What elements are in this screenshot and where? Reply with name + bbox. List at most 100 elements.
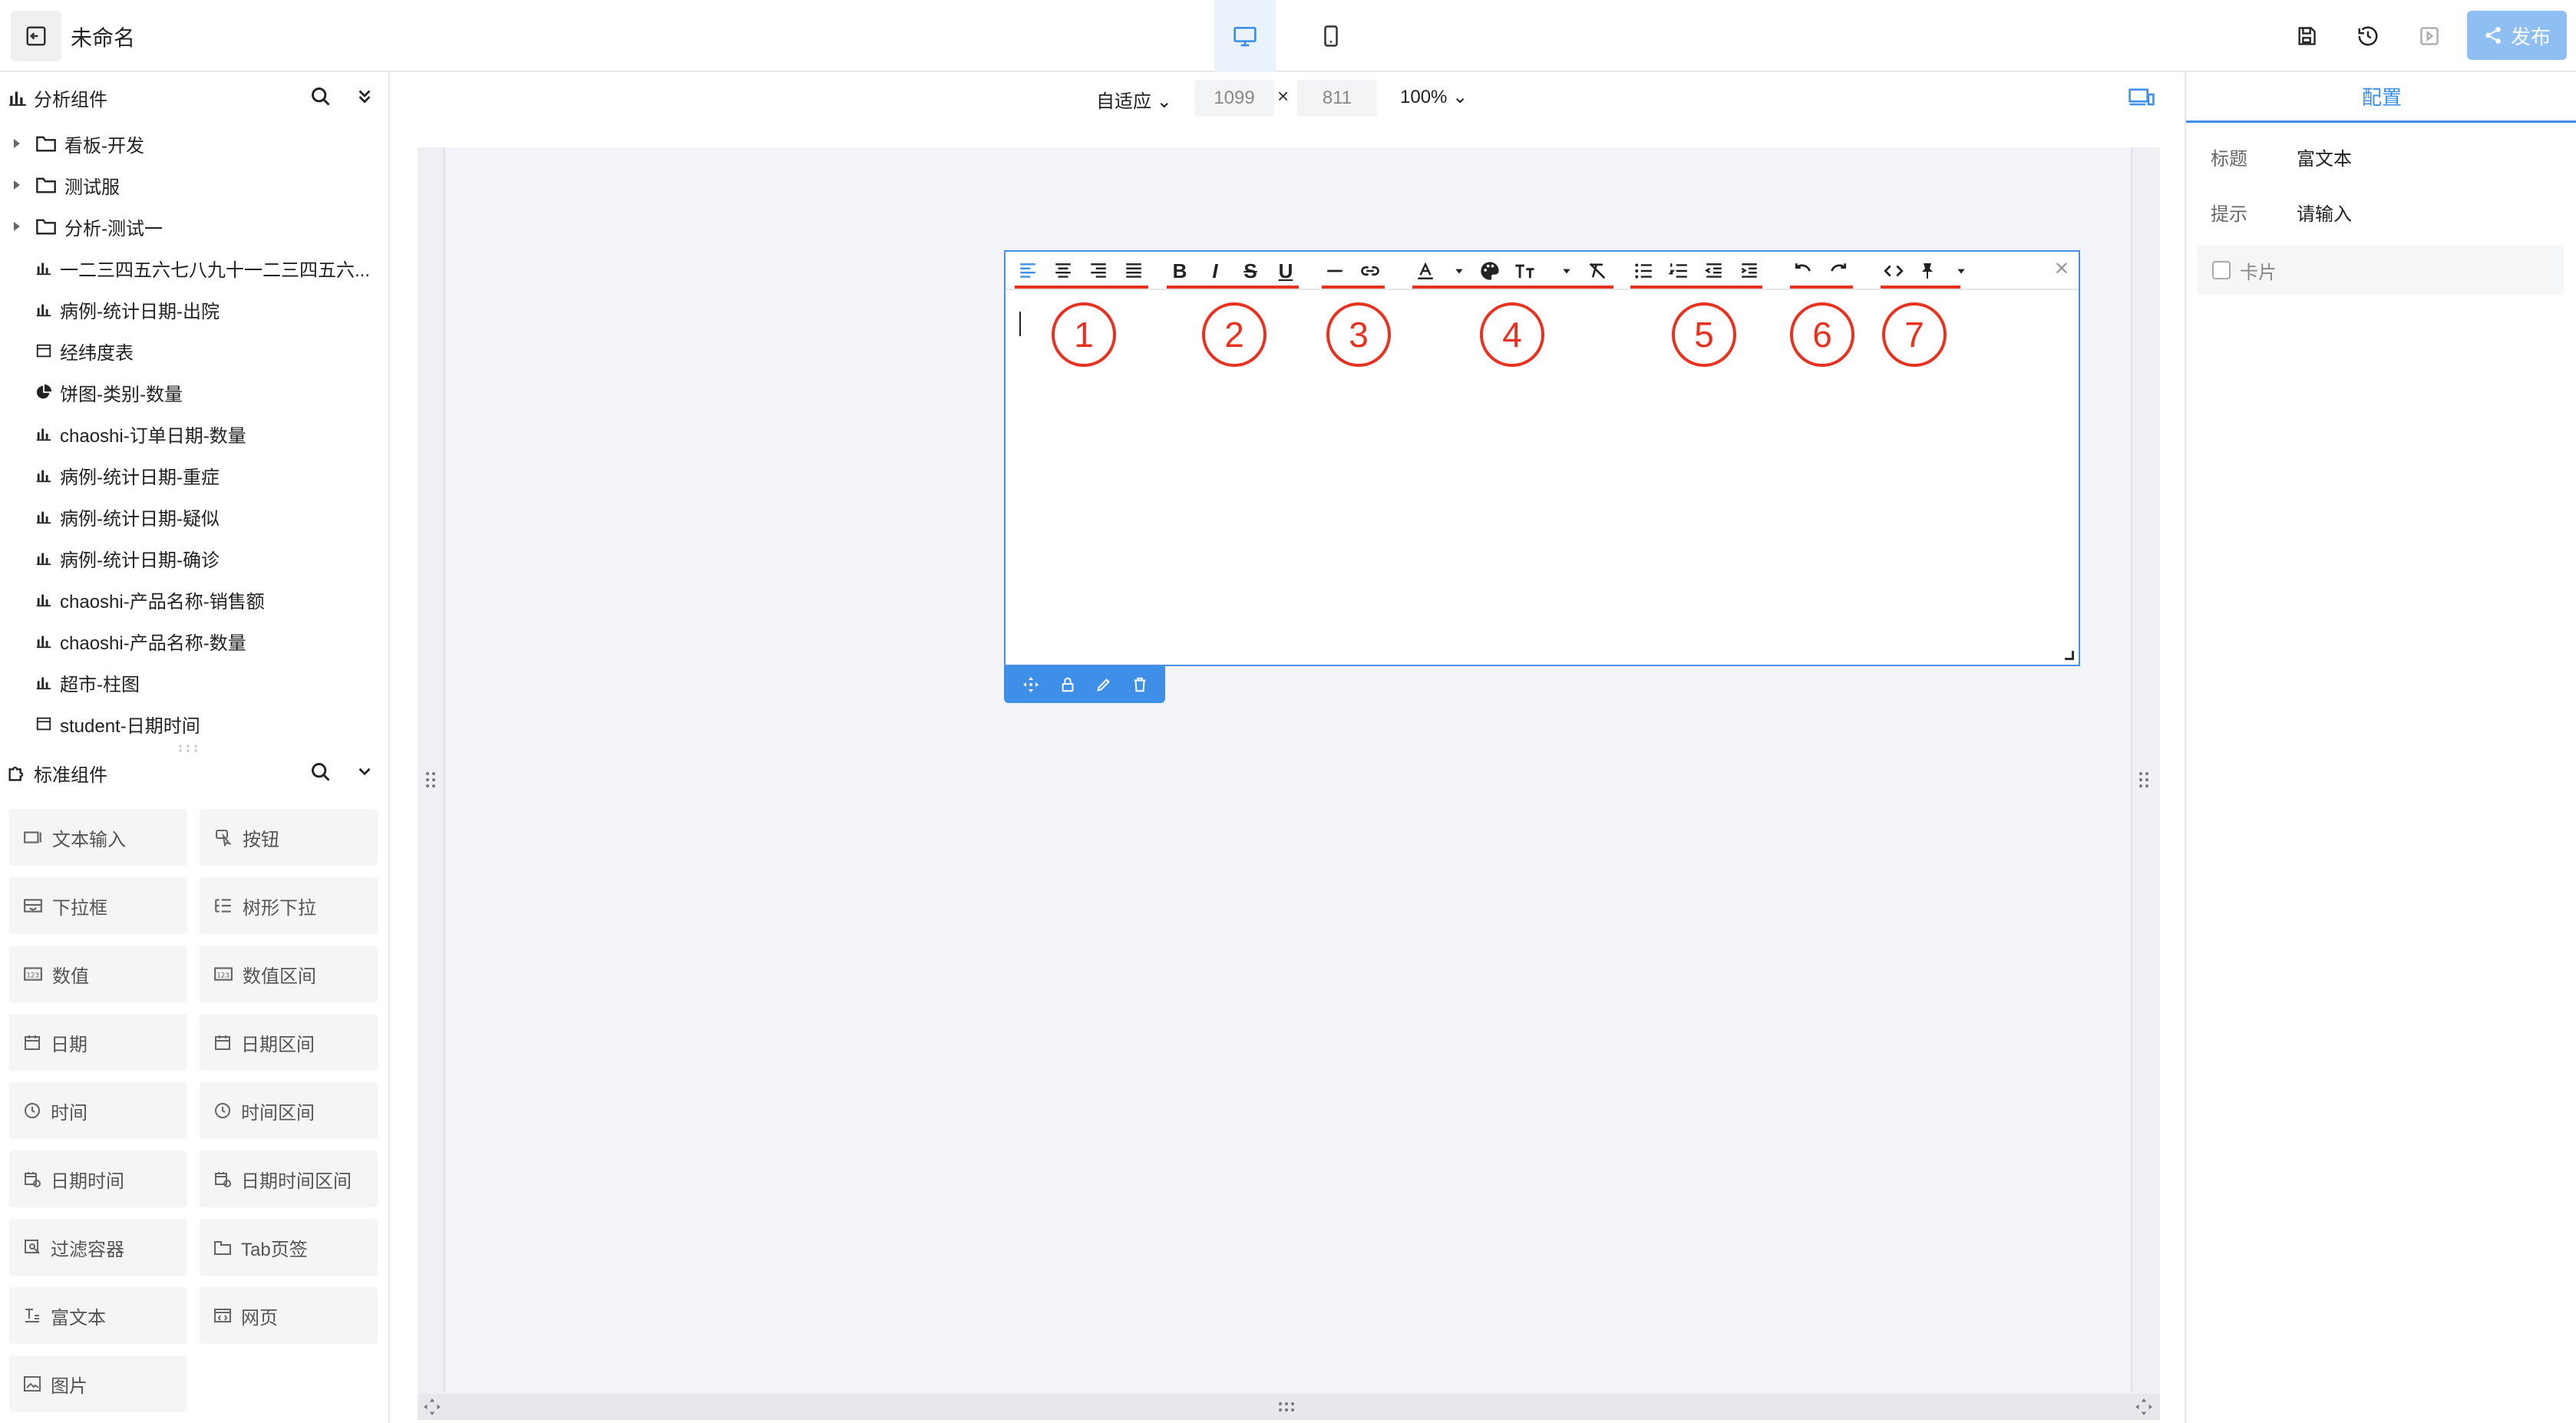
std-component-filter-container[interactable]: 过滤容器 (9, 1219, 187, 1276)
align-left-button[interactable] (1015, 258, 1041, 284)
std-component-rich-text[interactable]: 富文本 (9, 1287, 187, 1344)
redo-button[interactable] (1825, 258, 1851, 284)
indent-button[interactable] (1736, 258, 1762, 284)
back-button[interactable] (11, 11, 61, 61)
std-component-label: 图片 (51, 1375, 88, 1397)
chevron-down-icon[interactable] (355, 761, 375, 781)
webpage-icon (214, 1309, 231, 1322)
link-button[interactable] (1357, 258, 1383, 284)
tree-item[interactable]: chaoshi-产品名称-销售额 (0, 579, 390, 620)
undo-button[interactable] (1790, 258, 1816, 284)
outdent-button[interactable] (1701, 258, 1727, 284)
pin-button[interactable] (1914, 258, 1940, 284)
zoom-select[interactable]: 100% ⌄ (1400, 86, 1468, 108)
font-color-dropdown[interactable] (1446, 258, 1472, 284)
tree-folder[interactable]: 分析-测试一 (0, 206, 390, 247)
std-component-image[interactable]: 图片 (9, 1355, 187, 1412)
table-icon (36, 344, 51, 358)
editor-close-button[interactable]: ✕ (2054, 258, 2069, 280)
font-size-button[interactable] (1512, 258, 1538, 284)
std-component-webpage[interactable]: 网页 (200, 1287, 378, 1344)
canvas-mode-select[interactable]: 自适应 ⌄ (1096, 86, 1172, 113)
editor-resize-handle[interactable] (2065, 651, 2074, 660)
lock-icon[interactable] (1059, 675, 1076, 694)
puzzle-icon (8, 766, 24, 781)
tree-item[interactable]: 病例-统计日期-疑似 (0, 496, 390, 537)
std-component-tab[interactable]: Tab页签 (200, 1219, 378, 1276)
std-component-number-range[interactable]: 123 数值区间 (200, 946, 378, 1002)
bullet-list-button[interactable] (1630, 258, 1656, 284)
std-component-text-input[interactable]: 文本输入 (9, 809, 187, 866)
tree-item[interactable]: 病例-统计日期-确诊 (0, 537, 390, 579)
card-option[interactable]: 卡片 (2197, 246, 2564, 295)
drag-handle-icon[interactable] (1277, 1402, 1296, 1412)
config-hint-input[interactable]: 请输入 (2297, 199, 2352, 226)
std-component-time[interactable]: 时间 (9, 1082, 187, 1139)
code-view-button[interactable] (1881, 258, 1907, 284)
std-component-number[interactable]: 123 数值 (9, 946, 187, 1002)
search-icon[interactable] (310, 86, 332, 107)
move-icon[interactable] (422, 1397, 442, 1417)
drag-handle-icon[interactable] (425, 771, 436, 789)
std-component-time-range[interactable]: 时间区间 (200, 1082, 378, 1139)
align-right-button[interactable] (1085, 258, 1111, 284)
more-dropdown[interactable] (1948, 258, 1974, 284)
std-component-button[interactable]: 按钮 (200, 809, 378, 866)
tree-item[interactable]: student-日期时间 (0, 703, 390, 745)
align-center-button[interactable] (1050, 258, 1076, 284)
desktop-view-button[interactable] (1214, 0, 1276, 72)
move-icon[interactable] (1022, 675, 1040, 694)
std-component-datetime[interactable]: 日期时间 (9, 1151, 187, 1207)
background-color-button[interactable] (1477, 258, 1503, 284)
caret-down-icon (1455, 269, 1463, 274)
rich-text-editor[interactable]: B I S U ✕ 1 2 3 4 5 6 7 (1004, 250, 2080, 666)
tree-folder[interactable]: 测试服 (0, 164, 390, 206)
tree-item[interactable]: 病例-统计日期-出院 (0, 289, 390, 330)
bold-button[interactable]: B (1167, 258, 1193, 284)
align-justify-button[interactable] (1121, 258, 1147, 284)
preview-button[interactable] (2413, 20, 2446, 52)
history-button[interactable] (2352, 20, 2384, 52)
publish-button[interactable]: 发布 (2467, 11, 2567, 60)
delete-icon[interactable] (1131, 675, 1148, 694)
tree-item[interactable]: 饼图-类别-数量 (0, 371, 390, 413)
underline-button[interactable]: U (1273, 258, 1299, 284)
italic-button[interactable]: I (1202, 258, 1228, 284)
tree-folder[interactable]: 看板-开发 (0, 123, 390, 164)
standard-section-header: 标准组件 (0, 748, 390, 798)
horizontal-rule-button[interactable] (1322, 258, 1348, 284)
config-row-title: 标题 富文本 (2211, 141, 2352, 172)
mobile-view-button[interactable] (1300, 0, 1362, 72)
responsive-devices-icon[interactable] (2128, 86, 2155, 109)
search-icon[interactable] (310, 761, 332, 783)
collapse-all-icon[interactable] (355, 86, 375, 106)
tree-item[interactable]: 一二三四五六七八九十一二三四五六... (0, 247, 390, 289)
canvas-height-input[interactable]: 811 (1297, 80, 1377, 117)
font-color-button[interactable] (1412, 258, 1438, 284)
tree-item[interactable]: chaoshi-产品名称-数量 (0, 620, 390, 662)
tree-item[interactable]: 病例-统计日期-重症 (0, 454, 390, 496)
std-component-datetime-range[interactable]: 日期时间区间 (200, 1151, 378, 1207)
std-component-select[interactable]: 下拉框 (9, 877, 187, 934)
save-button[interactable] (2290, 20, 2323, 52)
canvas-width-input[interactable]: 1099 (1194, 80, 1274, 117)
tree-item[interactable]: 超市-柱图 (0, 662, 390, 703)
std-component-date[interactable]: 日期 (9, 1014, 187, 1071)
move-icon[interactable] (2134, 1397, 2154, 1417)
page-title[interactable]: 未命名 (71, 21, 135, 52)
std-component-date-range[interactable]: 日期区间 (200, 1014, 378, 1071)
font-size-dropdown[interactable] (1554, 258, 1580, 284)
tree-item[interactable]: chaoshi-订单日期-数量 (0, 413, 390, 454)
config-title-input[interactable]: 富文本 (2297, 144, 2352, 170)
tab-config[interactable]: 配置 (2186, 72, 2576, 123)
clear-format-button[interactable] (1584, 258, 1610, 284)
drag-handle-icon[interactable] (2138, 771, 2149, 789)
edit-icon[interactable] (1095, 675, 1112, 694)
card-checkbox[interactable] (2212, 261, 2231, 279)
ordered-list-button[interactable] (1666, 258, 1692, 284)
strikethrough-button[interactable]: S (1237, 258, 1263, 284)
std-component-tree-select[interactable]: 树形下拉 (200, 877, 378, 934)
align-left-icon (1020, 263, 1035, 278)
component-action-bar (1004, 666, 1165, 703)
tree-item[interactable]: 经纬度表 (0, 330, 390, 371)
